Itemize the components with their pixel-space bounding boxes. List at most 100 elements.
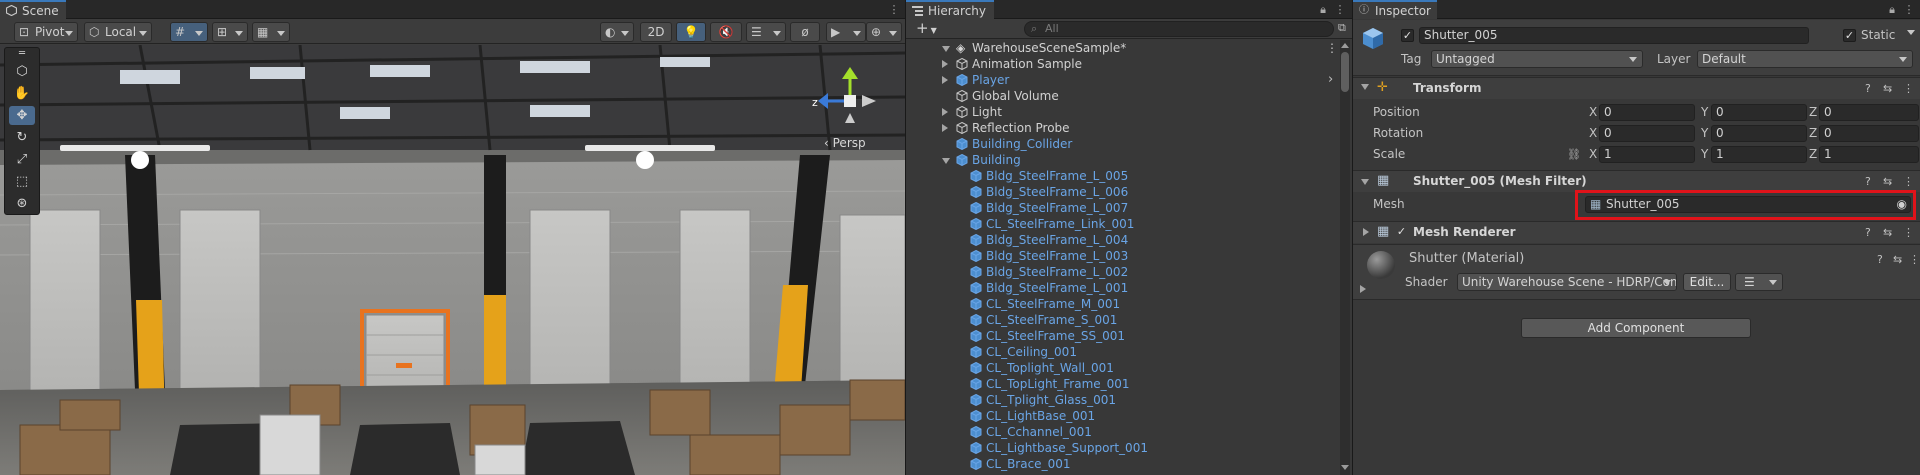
- camera-dropdown[interactable]: ▶: [826, 22, 866, 42]
- hierarchy-item[interactable]: CL_SteelFrame_M_001: [906, 296, 1324, 312]
- move-tool-icon[interactable]: ✥: [9, 106, 35, 125]
- axis-z-label[interactable]: Z: [1809, 126, 1817, 140]
- axis-y-label[interactable]: Y: [1701, 105, 1708, 119]
- hierarchy-scrollbar-down-icon[interactable]: [1341, 465, 1349, 473]
- persp-label[interactable]: ‹ Persp: [824, 136, 866, 150]
- inspector-more-icon[interactable]: ⋮: [1903, 1, 1915, 18]
- collapse-arrow-icon[interactable]: [942, 158, 950, 164]
- hierarchy-item[interactable]: Light: [906, 104, 1324, 120]
- axis-x-label[interactable]: X: [1589, 105, 1597, 119]
- transform-help-icon[interactable]: ?: [1865, 82, 1871, 95]
- lighting-toggle-button[interactable]: 💡: [676, 22, 706, 42]
- mesh-filter-preset-icon[interactable]: ⇆: [1883, 175, 1892, 188]
- tab-scene[interactable]: Scene: [0, 0, 66, 19]
- mesh-object-field[interactable]: ▦ Shutter_005 ◉: [1585, 196, 1911, 213]
- hierarchy-item[interactable]: CL_Cchannel_001: [906, 424, 1324, 440]
- mesh-renderer-more-icon[interactable]: ⋮: [1903, 226, 1914, 239]
- transform-more-icon[interactable]: ⋮: [1903, 82, 1914, 95]
- hierarchy-item[interactable]: CL_SteelFrame_S_001: [906, 312, 1324, 328]
- hierarchy-item[interactable]: Bldg_SteelFrame_L_006: [906, 184, 1324, 200]
- hierarchy-item[interactable]: CL_LightBase_001: [906, 408, 1324, 424]
- hidden-objects-toggle[interactable]: ø: [790, 22, 820, 42]
- hand-tool-icon[interactable]: ✋: [9, 84, 35, 103]
- scene-viewport[interactable]: z: [0, 45, 905, 475]
- shading-mode-button[interactable]: ◐: [600, 22, 634, 42]
- shader-options-dropdown[interactable]: ☰: [1735, 273, 1783, 291]
- hierarchy-item[interactable]: Bldg_SteelFrame_L_005: [906, 168, 1324, 184]
- pivot-dropdown[interactable]: ⊡ Pivot: [14, 22, 78, 42]
- hierarchy-item[interactable]: CL_Tplight_Glass_001: [906, 392, 1324, 408]
- scale-tool-icon[interactable]: ⤢: [9, 150, 35, 169]
- add-component-button[interactable]: Add Component: [1521, 318, 1751, 338]
- hierarchy-item[interactable]: Bldg_SteelFrame_L_001: [906, 280, 1324, 296]
- hierarchy-item[interactable]: Bldg_SteelFrame_L_003: [906, 248, 1324, 264]
- hierarchy-item[interactable]: CL_Lightbase_Support_001: [906, 440, 1324, 456]
- hierarchy-item[interactable]: Building_Collider: [906, 136, 1324, 152]
- hierarchy-root-row[interactable]: ◈ WarehouseSceneSample* ⋮: [906, 40, 1338, 56]
- axis-y-label[interactable]: Y: [1701, 126, 1708, 140]
- material-help-icon[interactable]: ?: [1877, 253, 1883, 266]
- hierarchy-scroll-thumb[interactable]: [1341, 52, 1349, 92]
- toggle-2d-button[interactable]: 2D: [640, 22, 672, 42]
- gizmos-dropdown[interactable]: ⊕: [866, 22, 902, 42]
- scale-link-icon[interactable]: ⛓: [1567, 148, 1581, 161]
- hierarchy-item[interactable]: Bldg_SteelFrame_L_002: [906, 264, 1324, 280]
- static-checkbox[interactable]: ✓: [1843, 29, 1856, 42]
- material-foldout-icon[interactable]: [1360, 285, 1366, 293]
- root-more-icon[interactable]: ⋮: [1326, 40, 1338, 56]
- material-preview-sphere[interactable]: [1367, 251, 1395, 279]
- hierarchy-item[interactable]: CL_TopLight_Frame_001: [906, 376, 1324, 392]
- mesh-renderer-foldout-icon[interactable]: [1363, 228, 1369, 236]
- mesh-renderer-help-icon[interactable]: ?: [1865, 226, 1871, 239]
- render-settings-button[interactable]: ▦: [252, 22, 290, 42]
- axis-x-label[interactable]: X: [1589, 126, 1597, 140]
- material-preset-icon[interactable]: ⇆: [1893, 253, 1902, 266]
- object-name-field[interactable]: Shutter_005: [1419, 27, 1809, 44]
- hierarchy-item[interactable]: CL_Brace_001: [906, 456, 1324, 472]
- player-expand-chevron-icon[interactable]: ›: [1328, 72, 1333, 87]
- hierarchy-item[interactable]: CL_SteelFrame_SS_001: [906, 328, 1324, 344]
- tab-hierarchy[interactable]: Hierarchy: [906, 0, 994, 19]
- transform-preset-icon[interactable]: ⇆: [1883, 82, 1892, 95]
- hierarchy-item[interactable]: CL_Ceiling_001: [906, 344, 1324, 360]
- effects-dropdown[interactable]: ☰: [746, 22, 786, 42]
- material-more-icon[interactable]: ⋮: [1909, 253, 1920, 266]
- axis-z-label[interactable]: Z: [1809, 147, 1817, 161]
- scene-more-icon[interactable]: ⋮: [888, 1, 900, 18]
- hierarchy-scrollbar[interactable]: [1340, 40, 1350, 475]
- tab-inspector[interactable]: ⓘ Inspector: [1353, 0, 1437, 19]
- hierarchy-item[interactable]: Bldg_SteelFrame_L_004: [906, 232, 1324, 248]
- rect-tool-icon[interactable]: ⬚: [9, 172, 35, 191]
- transform-z-field[interactable]: 0: [1819, 125, 1919, 142]
- audio-toggle-button[interactable]: 🔇: [710, 22, 742, 42]
- hierarchy-item[interactable]: Player: [906, 72, 1324, 88]
- axis-z-label[interactable]: Z: [1809, 105, 1817, 119]
- hierarchy-scene-visibility-icon[interactable]: ⧉: [1338, 21, 1346, 35]
- transform-x-field[interactable]: 0: [1599, 104, 1695, 121]
- local-dropdown[interactable]: ⬡ Local: [84, 22, 152, 42]
- view-tool-cube-icon[interactable]: ⬡: [9, 62, 35, 81]
- static-dropdown-icon[interactable]: [1907, 30, 1915, 35]
- active-checkbox[interactable]: ✓: [1401, 29, 1414, 42]
- transform-x-field[interactable]: 1: [1599, 146, 1695, 163]
- hierarchy-item[interactable]: Reflection Probe: [906, 120, 1324, 136]
- hierarchy-lock-icon[interactable]: 🔒︎: [1316, 1, 1330, 18]
- transform-header[interactable]: ✛ Transform ? ⇆ ⋮: [1353, 77, 1920, 99]
- transform-y-field[interactable]: 0: [1711, 125, 1807, 142]
- hierarchy-scrollbar-up-icon[interactable]: [1341, 40, 1349, 48]
- hierarchy-more-icon[interactable]: ⋮: [1334, 1, 1346, 18]
- mesh-renderer-preset-icon[interactable]: ⇆: [1883, 226, 1892, 239]
- shader-dropdown[interactable]: Unity Warehouse Scene - HDRP/Common_Albe…: [1457, 273, 1677, 291]
- hierarchy-item[interactable]: Building: [906, 152, 1324, 168]
- hierarchy-item[interactable]: CL_SteelFrame_Link_001: [906, 216, 1324, 232]
- object-picker-icon[interactable]: ◉: [1897, 197, 1907, 212]
- hierarchy-item[interactable]: Global Volume: [906, 88, 1324, 104]
- mesh-filter-foldout-icon[interactable]: [1361, 179, 1369, 185]
- layer-dropdown[interactable]: Default: [1697, 50, 1913, 68]
- mesh-filter-more-icon[interactable]: ⋮: [1903, 175, 1914, 188]
- tools-drag-handle[interactable]: ═: [9, 49, 35, 60]
- transform-y-field[interactable]: 0: [1711, 104, 1807, 121]
- shader-edit-button[interactable]: Edit...: [1683, 273, 1731, 291]
- expand-arrow-icon[interactable]: [942, 60, 948, 68]
- hierarchy-item[interactable]: Bldg_SteelFrame_L_007: [906, 200, 1324, 216]
